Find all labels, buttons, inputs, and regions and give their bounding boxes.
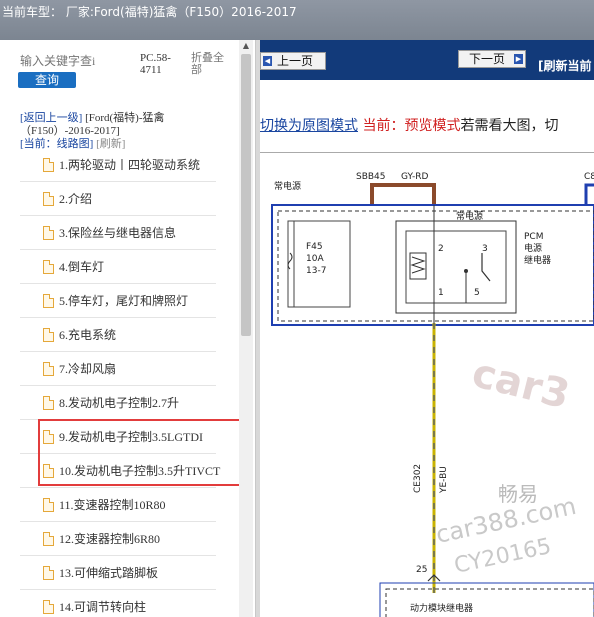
breadcrumb: [返回上一级] [Ford(福特)-猛禽（F150）-2016-2017] [当… (20, 112, 230, 151)
relay-switch-icon (481, 253, 491, 282)
list-item[interactable]: 14.可调节转向柱 (20, 590, 216, 617)
relay-inner (405, 230, 507, 304)
wire-ce302: CE302 (413, 464, 423, 493)
document-icon (43, 396, 54, 410)
document-icon (43, 600, 54, 614)
list-item[interactable]: 6.充电系统 (20, 318, 216, 352)
page-toolbar: ◀ 上一页 下一页 ▶ [刷新当前 (260, 40, 594, 80)
next-page-label: 下一页 (469, 52, 506, 66)
list-item[interactable]: 1.两轮驱动丨四轮驱动系统 (20, 148, 216, 182)
label-sbb45: SBB45 (356, 172, 386, 182)
blue-wire (584, 183, 594, 205)
fuse-icon (287, 252, 293, 270)
watermark-car: car3 (468, 350, 574, 418)
highlight-box (38, 419, 242, 486)
document-icon (43, 328, 54, 342)
scroll-up-icon[interactable]: ▲ (239, 40, 253, 52)
label-gy-rd: GY-RD (401, 172, 428, 182)
document-icon (43, 566, 54, 580)
label-power-2: 常电源 (456, 210, 483, 222)
pin-5: 5 (474, 288, 480, 298)
list-item[interactable]: 5.停车灯，尾灯和牌照灯 (20, 284, 216, 318)
pin-25: 25 (416, 565, 427, 575)
fuse-f45: F45 (306, 242, 323, 252)
search-button[interactable]: 查询 (18, 72, 76, 88)
circuit-list: 1.两轮驱动丨四轮驱动系统 2.介绍 3.保险丝与继电器信息 4.倒车灯 5.停… (20, 148, 220, 617)
red-wire (370, 183, 436, 205)
mode-hint: 若需看大图，切 (460, 118, 559, 134)
scrollbar-thumb[interactable] (241, 54, 251, 336)
document-icon (43, 158, 54, 172)
sidebar-scrollbar[interactable]: ▲ (239, 40, 253, 617)
pin-1: 1 (438, 288, 444, 298)
mode-bar: 切换为原图模式 当前：预览模式若需看大图，切 (260, 115, 558, 135)
search-box: 查询 (18, 50, 136, 88)
document-icon (43, 362, 54, 376)
fuse-group (287, 220, 351, 308)
vehicle-title: 当前车型： 厂家:Ford(福特)猛禽（F150）2016-2017 (2, 5, 297, 19)
list-item[interactable]: 13.可伸缩式踏脚板 (20, 556, 216, 590)
pin-3: 3 (482, 244, 488, 254)
diagram-viewer: ◀ 上一页 下一页 ▶ [刷新当前 切换为原图模式 当前：预览模式若需看大图，切… (260, 40, 594, 617)
relay-pcm: PCM (524, 232, 543, 242)
label-power: 常电源 (274, 180, 301, 192)
switch-mode-link[interactable]: 切换为原图模式 (260, 118, 358, 134)
list-item[interactable]: 7.冷却风扇 (20, 352, 216, 386)
prev-page-label: 上一页 (277, 54, 314, 68)
list-item[interactable]: 2.介绍 (20, 182, 216, 216)
search-input[interactable] (18, 52, 136, 71)
wiring-diagram-svg: 常电源 SBB45 GY-RD C8 F45 10A 13-7 2 3 1 5 … (271, 172, 594, 617)
wire-ye-bu: YE-BU (439, 466, 449, 494)
refresh-current-link[interactable]: [刷新当前 (538, 57, 592, 74)
prev-page-button[interactable]: ◀ 上一页 (260, 52, 326, 70)
current-mode: 当前：预览模式 (362, 118, 461, 134)
list-item[interactable]: 12.变速器控制6R80 (20, 522, 216, 556)
document-icon (43, 532, 54, 546)
fuse-13-7: 13-7 (306, 266, 326, 276)
next-page-button[interactable]: 下一页 ▶ (458, 50, 526, 68)
top-header: 当前车型： 厂家:Ford(福特)猛禽（F150）2016-2017 (0, 0, 594, 40)
relay-power: 电源 (524, 242, 542, 254)
document-icon (43, 192, 54, 206)
collapse-all-link[interactable]: 折叠全部 (191, 52, 233, 76)
list-item[interactable]: 8.发动机电子控制2.7升 (20, 386, 216, 420)
list-item[interactable]: 4.倒车灯 (20, 250, 216, 284)
document-icon (43, 294, 54, 308)
sidebar: 查询 PC.58-4711 折叠全部 [返回上一级] [Ford(福特)-猛禽（… (0, 40, 256, 617)
arrow-right-icon: ▶ (514, 54, 523, 64)
fuse-10a: 10A (306, 254, 324, 264)
wiring-diagram[interactable]: 常电源 SBB45 GY-RD C8 F45 10A 13-7 2 3 1 5 … (260, 152, 594, 617)
pin-2: 2 (438, 244, 444, 254)
list-item[interactable]: 11.变速器控制10R80 (20, 488, 216, 522)
arrow-left-icon: ◀ (263, 56, 272, 66)
document-icon (43, 260, 54, 274)
document-icon (43, 498, 54, 512)
module-label: 动力模块继电器 (410, 602, 473, 614)
list-item[interactable]: 3.保险丝与继电器信息 (20, 216, 216, 250)
back-link[interactable]: [返回上一级] (20, 112, 82, 124)
diagram-code: PC.58-4711 (140, 52, 171, 76)
relay-box (395, 220, 517, 314)
document-icon (43, 226, 54, 240)
label-c8: C8 (584, 172, 594, 182)
relay-relay: 继电器 (524, 254, 551, 266)
